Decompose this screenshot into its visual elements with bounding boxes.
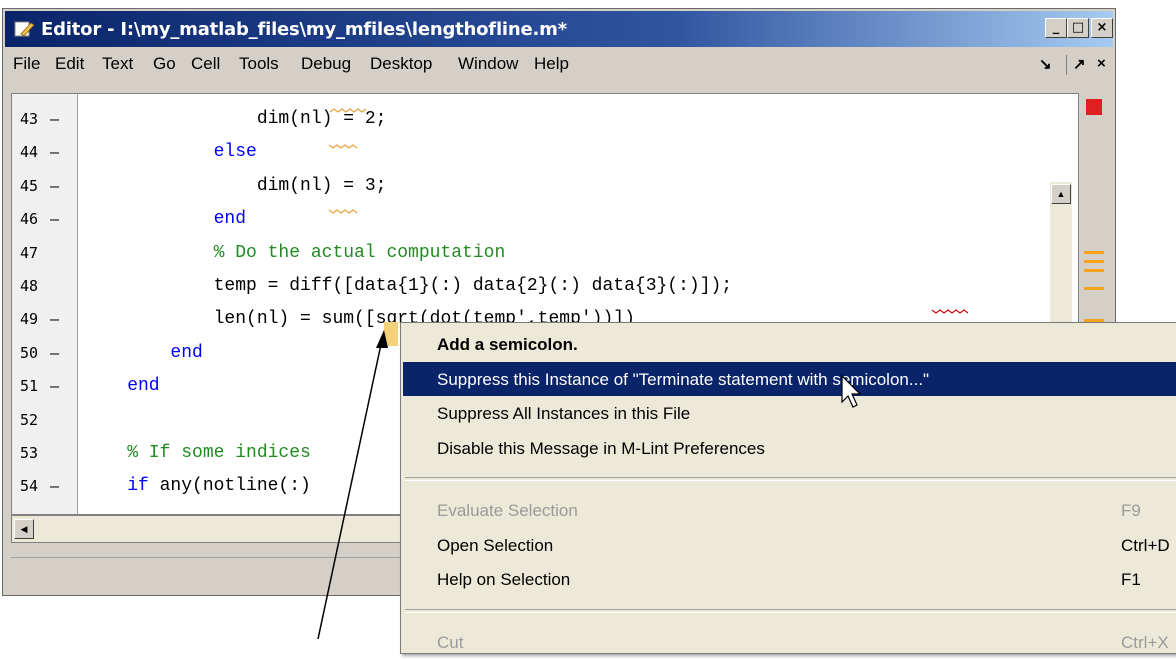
- line-number: 49: [20, 310, 39, 329]
- menu-item-label: Add a semicolon.: [437, 335, 578, 354]
- context-menu: Add a semicolon. Suppress this Instance o…: [400, 322, 1176, 654]
- code-token: temp = diff([data{1}(:) data{2}(:) data{…: [84, 276, 733, 296]
- code-text[interactable]: if any(notline(:): [84, 476, 311, 496]
- code-text[interactable]: temp = diff([data{1}(:) data{2}(:) data{…: [84, 276, 733, 296]
- undock-icon[interactable]: ↗: [1073, 55, 1086, 73]
- menu-item-shortcut: Ctrl+X: [1121, 632, 1169, 652]
- breakpoint-dash[interactable]: –: [50, 344, 59, 362]
- code-token: % Do the actual computation: [84, 242, 506, 263]
- window-title: Editor - I:\my_matlab_files\my_mfiles\le…: [41, 19, 567, 40]
- code-line[interactable]: 48 temp = diff([data{1}(:) data{2}(:) da…: [12, 269, 1078, 303]
- close-doc-icon[interactable]: ×: [1097, 55, 1106, 72]
- code-token: dim(nl) = 3;: [84, 175, 387, 196]
- line-number: 45: [20, 176, 39, 195]
- menu-go[interactable]: Go: [153, 54, 176, 74]
- code-line[interactable]: 46– end: [12, 202, 1078, 236]
- context-menu-item: Evaluate Selection F9: [403, 493, 1176, 527]
- title-bar[interactable]: Editor - I:\my_matlab_files\my_mfiles\le…: [5, 11, 1113, 47]
- menu-item-label: Evaluate Selection: [437, 501, 578, 520]
- menu-item-label: Cut: [437, 632, 464, 652]
- mlint-warning-marker[interactable]: [1084, 251, 1104, 254]
- context-menu-item[interactable]: Open Selection Ctrl+D: [403, 528, 1176, 562]
- code-token: end: [84, 342, 203, 363]
- menu-item-label: Help on Selection: [437, 570, 571, 589]
- line-number: 44: [20, 143, 39, 162]
- code-text[interactable]: end: [84, 376, 160, 397]
- code-text[interactable]: end: [84, 342, 203, 363]
- menu-debug[interactable]: Debug: [301, 54, 351, 74]
- menu-tools[interactable]: Tools: [239, 54, 279, 74]
- code-text[interactable]: dim(nl) = 2;: [84, 109, 387, 129]
- menu-window[interactable]: Window: [458, 54, 518, 74]
- menu-item-shortcut: Ctrl+D: [1121, 535, 1170, 555]
- code-line[interactable]: 43– dim(nl) = 2;: [12, 102, 1078, 136]
- menu-cell[interactable]: Cell: [191, 54, 220, 74]
- code-line[interactable]: 47 % Do the actual computation: [12, 236, 1078, 270]
- code-line[interactable]: 45– dim(nl) = 3;: [12, 169, 1078, 203]
- scroll-up-button[interactable]: ▲: [1051, 184, 1071, 204]
- context-menu-item[interactable]: Suppress All Instances in this File: [403, 396, 1176, 430]
- mlint-warning-marker[interactable]: [1084, 287, 1104, 290]
- line-number: 54: [20, 477, 39, 496]
- code-text[interactable]: dim(nl) = 3;: [84, 175, 387, 196]
- line-number: 52: [20, 410, 39, 429]
- dock-icon[interactable]: ↘: [1039, 55, 1052, 73]
- code-token: dim(nl) = 2;: [84, 109, 387, 129]
- menu-item-label: Open Selection: [437, 535, 554, 555]
- minimize-button[interactable]: _: [1045, 18, 1067, 38]
- code-text[interactable]: % If some indices: [84, 443, 311, 463]
- menu-edit[interactable]: Edit: [55, 54, 84, 74]
- code-text[interactable]: % Do the actual computation: [84, 242, 506, 263]
- context-menu-item[interactable]: Add a semicolon.: [403, 327, 1176, 361]
- code-token: any(notline(:): [148, 476, 311, 497]
- line-number: 50: [20, 343, 39, 362]
- menu-bar: File Edit Text Go Cell Tools Debug Deskt…: [5, 49, 1113, 81]
- editor-file-icon: [14, 21, 35, 37]
- breakpoint-dash[interactable]: –: [50, 210, 59, 228]
- mlint-warning-marker[interactable]: [1084, 269, 1104, 272]
- code-token: % If some indices: [84, 443, 311, 463]
- menu-item-label: Disable this Message in M-Lint Preferenc…: [437, 438, 765, 458]
- menu-item-shortcut: F1: [1121, 570, 1141, 589]
- menu-text[interactable]: Text: [102, 54, 133, 74]
- menu-separator: [405, 608, 1176, 613]
- code-text[interactable]: else: [84, 142, 257, 162]
- line-number: 46: [20, 210, 39, 229]
- code-text[interactable]: end: [84, 209, 246, 229]
- mlint-error-indicator[interactable]: [1086, 99, 1102, 115]
- menu-separator: [405, 477, 1176, 481]
- breakpoint-dash[interactable]: –: [50, 477, 59, 495]
- line-number: 47: [20, 243, 39, 262]
- code-line[interactable]: 44– else: [12, 135, 1078, 169]
- breakpoint-dash[interactable]: –: [50, 377, 59, 395]
- menu-item-shortcut: F9: [1121, 501, 1141, 520]
- context-menu-item[interactable]: Help on Selection F1: [403, 562, 1176, 596]
- menu-separator: [1066, 55, 1067, 75]
- code-token: if: [84, 476, 149, 497]
- code-token: end: [84, 209, 247, 230]
- line-number: 48: [20, 277, 39, 295]
- line-number: 53: [20, 444, 39, 462]
- menu-item-label: Suppress this Instance of "Terminate sta…: [437, 369, 930, 389]
- menu-item-label: Suppress All Instances in this File: [437, 404, 691, 423]
- context-menu-item[interactable]: Disable this Message in M-Lint Preferenc…: [403, 431, 1176, 465]
- context-menu-item[interactable]: Suppress this Instance of "Terminate sta…: [403, 361, 1176, 396]
- breakpoint-dash[interactable]: –: [50, 110, 59, 128]
- line-number: 43: [20, 110, 39, 128]
- menu-desktop[interactable]: Desktop: [370, 54, 432, 74]
- maximize-button[interactable]: □: [1067, 18, 1089, 38]
- breakpoint-dash[interactable]: –: [50, 310, 59, 328]
- code-token: else: [84, 142, 257, 163]
- breakpoint-dash[interactable]: –: [50, 143, 59, 161]
- line-number: 51: [20, 377, 39, 396]
- menu-help[interactable]: Help: [534, 54, 569, 74]
- context-menu-item: Cut Ctrl+X: [403, 625, 1176, 659]
- close-button[interactable]: ×: [1091, 18, 1113, 38]
- code-token: end: [84, 376, 160, 397]
- breakpoint-dash[interactable]: –: [50, 177, 59, 195]
- mlint-warning-marker[interactable]: [1084, 260, 1104, 263]
- scroll-left-button[interactable]: ◀: [14, 519, 34, 539]
- menu-file[interactable]: File: [13, 54, 40, 74]
